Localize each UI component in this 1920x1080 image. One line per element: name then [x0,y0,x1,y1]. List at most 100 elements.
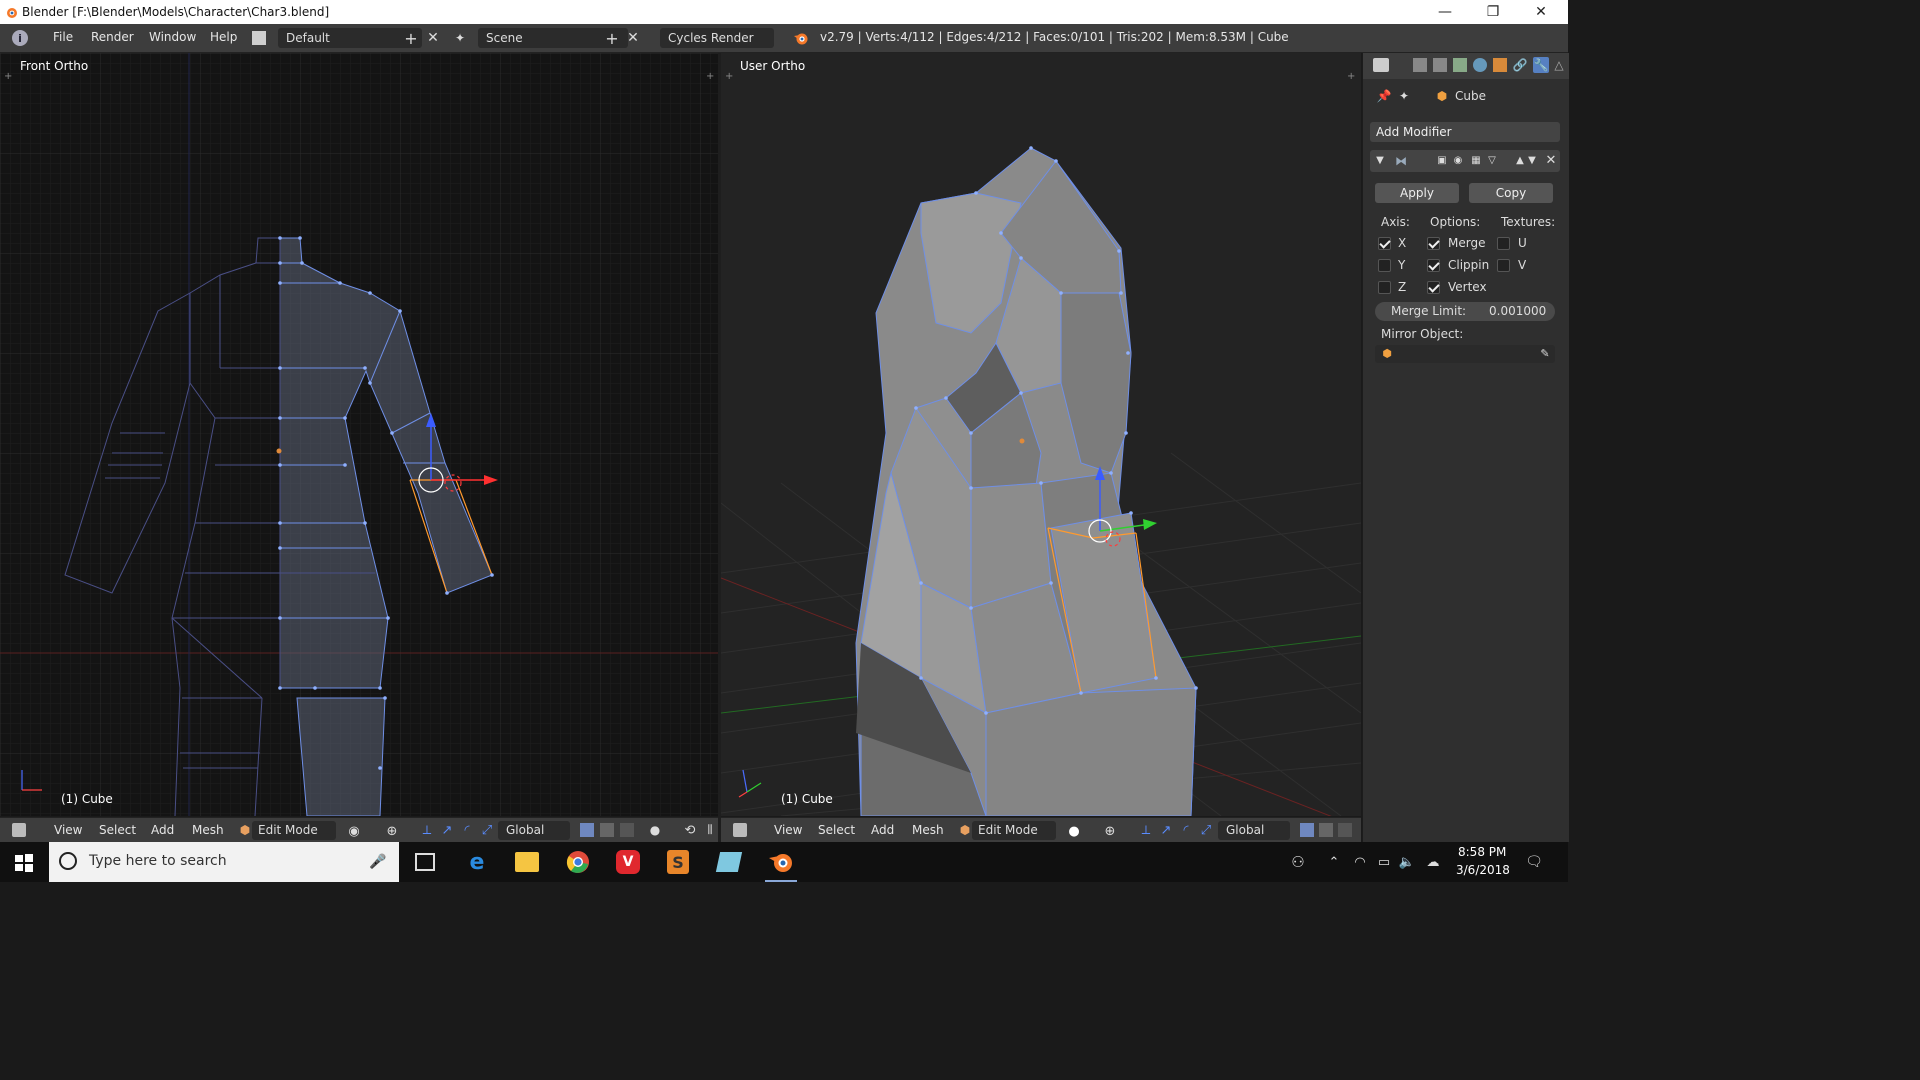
editor-type-icon[interactable] [12,823,26,837]
mode-select[interactable]: Edit Mode [252,821,336,840]
add-modifier-select[interactable]: Add Modifier [1370,122,1560,142]
axis-y-checkbox[interactable] [1378,259,1391,272]
clock-date[interactable]: 3/6/2018 [1456,863,1510,877]
snap-icon[interactable]: ⟲ [683,823,697,838]
orientation-select[interactable]: Global [1218,821,1290,840]
menu-view[interactable]: View [54,823,82,837]
modifiers-tab-icon[interactable]: 🔧 [1533,57,1549,73]
vertex-groups-checkbox[interactable] [1427,281,1440,294]
edge-select-icon[interactable] [1319,823,1333,837]
merge-checkbox[interactable] [1427,237,1440,250]
action-center-icon[interactable]: 🗨 [1524,853,1544,871]
info-editor-icon[interactable]: i [12,30,28,46]
texture-v-checkbox[interactable] [1497,259,1510,272]
move-down-icon[interactable]: ▼ [1526,154,1538,166]
minimize-button[interactable]: — [1422,0,1468,24]
constraints-tab-icon[interactable]: 🔗 [1513,58,1528,72]
onedrive-icon[interactable]: ☁ [1423,853,1443,871]
texture-u-checkbox[interactable] [1497,237,1510,250]
corner-widget-icon[interactable]: + [706,71,714,82]
vertex-select-icon[interactable] [580,823,594,837]
axis-z-checkbox[interactable] [1378,281,1391,294]
rotate-manipulator-icon[interactable]: ◜ [1179,823,1193,838]
collapse-arrow-icon[interactable]: ▼ [1374,154,1386,166]
file-explorer-icon[interactable] [515,852,539,872]
add-layout-icon[interactable]: + [404,29,418,48]
edge-icon[interactable]: e [465,850,489,875]
blender-icon[interactable] [768,850,794,874]
vertex-select-icon[interactable] [1300,823,1314,837]
realtime-display-icon[interactable]: ▣ [1436,154,1448,166]
battery-icon[interactable]: ▭ [1375,853,1393,871]
menu-select[interactable]: Select [99,823,136,837]
pin-icon[interactable]: 📌 [1377,89,1392,103]
object-tab-icon[interactable] [1493,58,1507,72]
taskbar-search-box[interactable]: Type here to search 🎤 [49,842,399,882]
manipulator-toggle-icon[interactable]: ⟂ [420,823,434,838]
data-tab-icon[interactable]: △ [1553,58,1565,72]
viewport-shading-icon[interactable]: ● [1066,823,1082,839]
render-visibility-icon[interactable]: ◉ [1452,154,1464,166]
chrome-icon[interactable] [566,850,590,874]
user-ortho-canvas[interactable] [721,53,1361,816]
mode-select[interactable]: Edit Mode [972,821,1056,840]
people-icon[interactable]: ⚇ [1289,853,1307,871]
menu-mesh[interactable]: Mesh [912,823,944,837]
edit-mode-display-icon[interactable]: ▦ [1470,154,1482,166]
close-window-button[interactable]: ✕ [1518,0,1564,24]
axis-x-checkbox[interactable] [1378,237,1391,250]
menu-help[interactable]: Help [210,30,237,44]
show-hidden-icons-icon[interactable]: ⌃ [1326,853,1342,871]
on-cage-icon[interactable]: ▽ [1486,154,1498,166]
sublime-icon[interactable]: S [667,850,689,874]
face-select-icon[interactable] [1338,823,1352,837]
viewport-user-ortho[interactable]: User Ortho (1) Cube + + [721,53,1361,816]
copy-button[interactable]: Copy [1469,183,1553,203]
clipping-checkbox[interactable] [1427,259,1440,272]
rotate-manipulator-icon[interactable]: ◜ [460,823,474,838]
render-layers-tab-icon[interactable] [1433,58,1447,72]
windows-start-icon[interactable] [14,853,34,873]
render-engine-select[interactable]: Cycles Render [660,28,774,48]
menu-select[interactable]: Select [818,823,855,837]
menu-render[interactable]: Render [91,30,134,44]
scale-manipulator-icon[interactable]: ⤢ [480,823,494,838]
menu-view[interactable]: View [774,823,802,837]
vivaldi-icon[interactable]: V [616,850,640,874]
snap-target-icon[interactable]: ⫼ [703,823,717,837]
app-icon[interactable] [715,852,743,872]
menu-mesh[interactable]: Mesh [192,823,224,837]
viewport-shading-icon[interactable]: ◉ [346,823,362,839]
restore-button[interactable]: ❐ [1470,0,1516,24]
scale-manipulator-icon[interactable]: ⤢ [1199,823,1213,838]
move-up-icon[interactable]: ▲ [1514,154,1526,166]
scene-tab-icon[interactable] [1453,58,1467,72]
screen-layout-icon[interactable] [252,31,266,45]
menu-file[interactable]: File [53,30,73,44]
proportional-edit-icon[interactable]: ● [648,823,662,837]
editor-type-icon[interactable] [733,823,747,837]
task-view-icon[interactable] [415,853,435,871]
render-tab-icon[interactable] [1413,58,1427,72]
wifi-icon[interactable]: ◠ [1352,853,1368,871]
scene-icon[interactable]: ✦ [453,31,467,45]
pivot-point-icon[interactable]: ⊕ [1102,823,1118,839]
viewport-front-ortho[interactable]: Front Ortho (1) Cube + + [0,53,718,816]
mirror-object-field[interactable]: ⬢ ✎ [1375,345,1555,363]
edge-select-icon[interactable] [600,823,614,837]
layout-name-field[interactable]: Default [278,28,422,48]
manipulator-toggle-icon[interactable]: ⟂ [1139,823,1153,838]
menu-add[interactable]: Add [871,823,894,837]
pivot-point-icon[interactable]: ⊕ [384,823,400,839]
orientation-select[interactable]: Global [498,821,570,840]
delete-scene-icon[interactable]: ✕ [626,30,640,46]
add-scene-icon[interactable]: + [605,29,619,48]
translate-manipulator-icon[interactable]: ↗ [1159,823,1173,838]
corner-widget-icon[interactable]: + [4,71,12,82]
face-select-icon[interactable] [620,823,634,837]
apply-button[interactable]: Apply [1375,183,1459,203]
menu-window[interactable]: Window [149,30,196,44]
corner-widget-icon[interactable]: + [725,71,733,82]
clock-time[interactable]: 8:58 PM [1458,845,1506,859]
volume-icon[interactable]: 🔈 [1398,853,1416,871]
